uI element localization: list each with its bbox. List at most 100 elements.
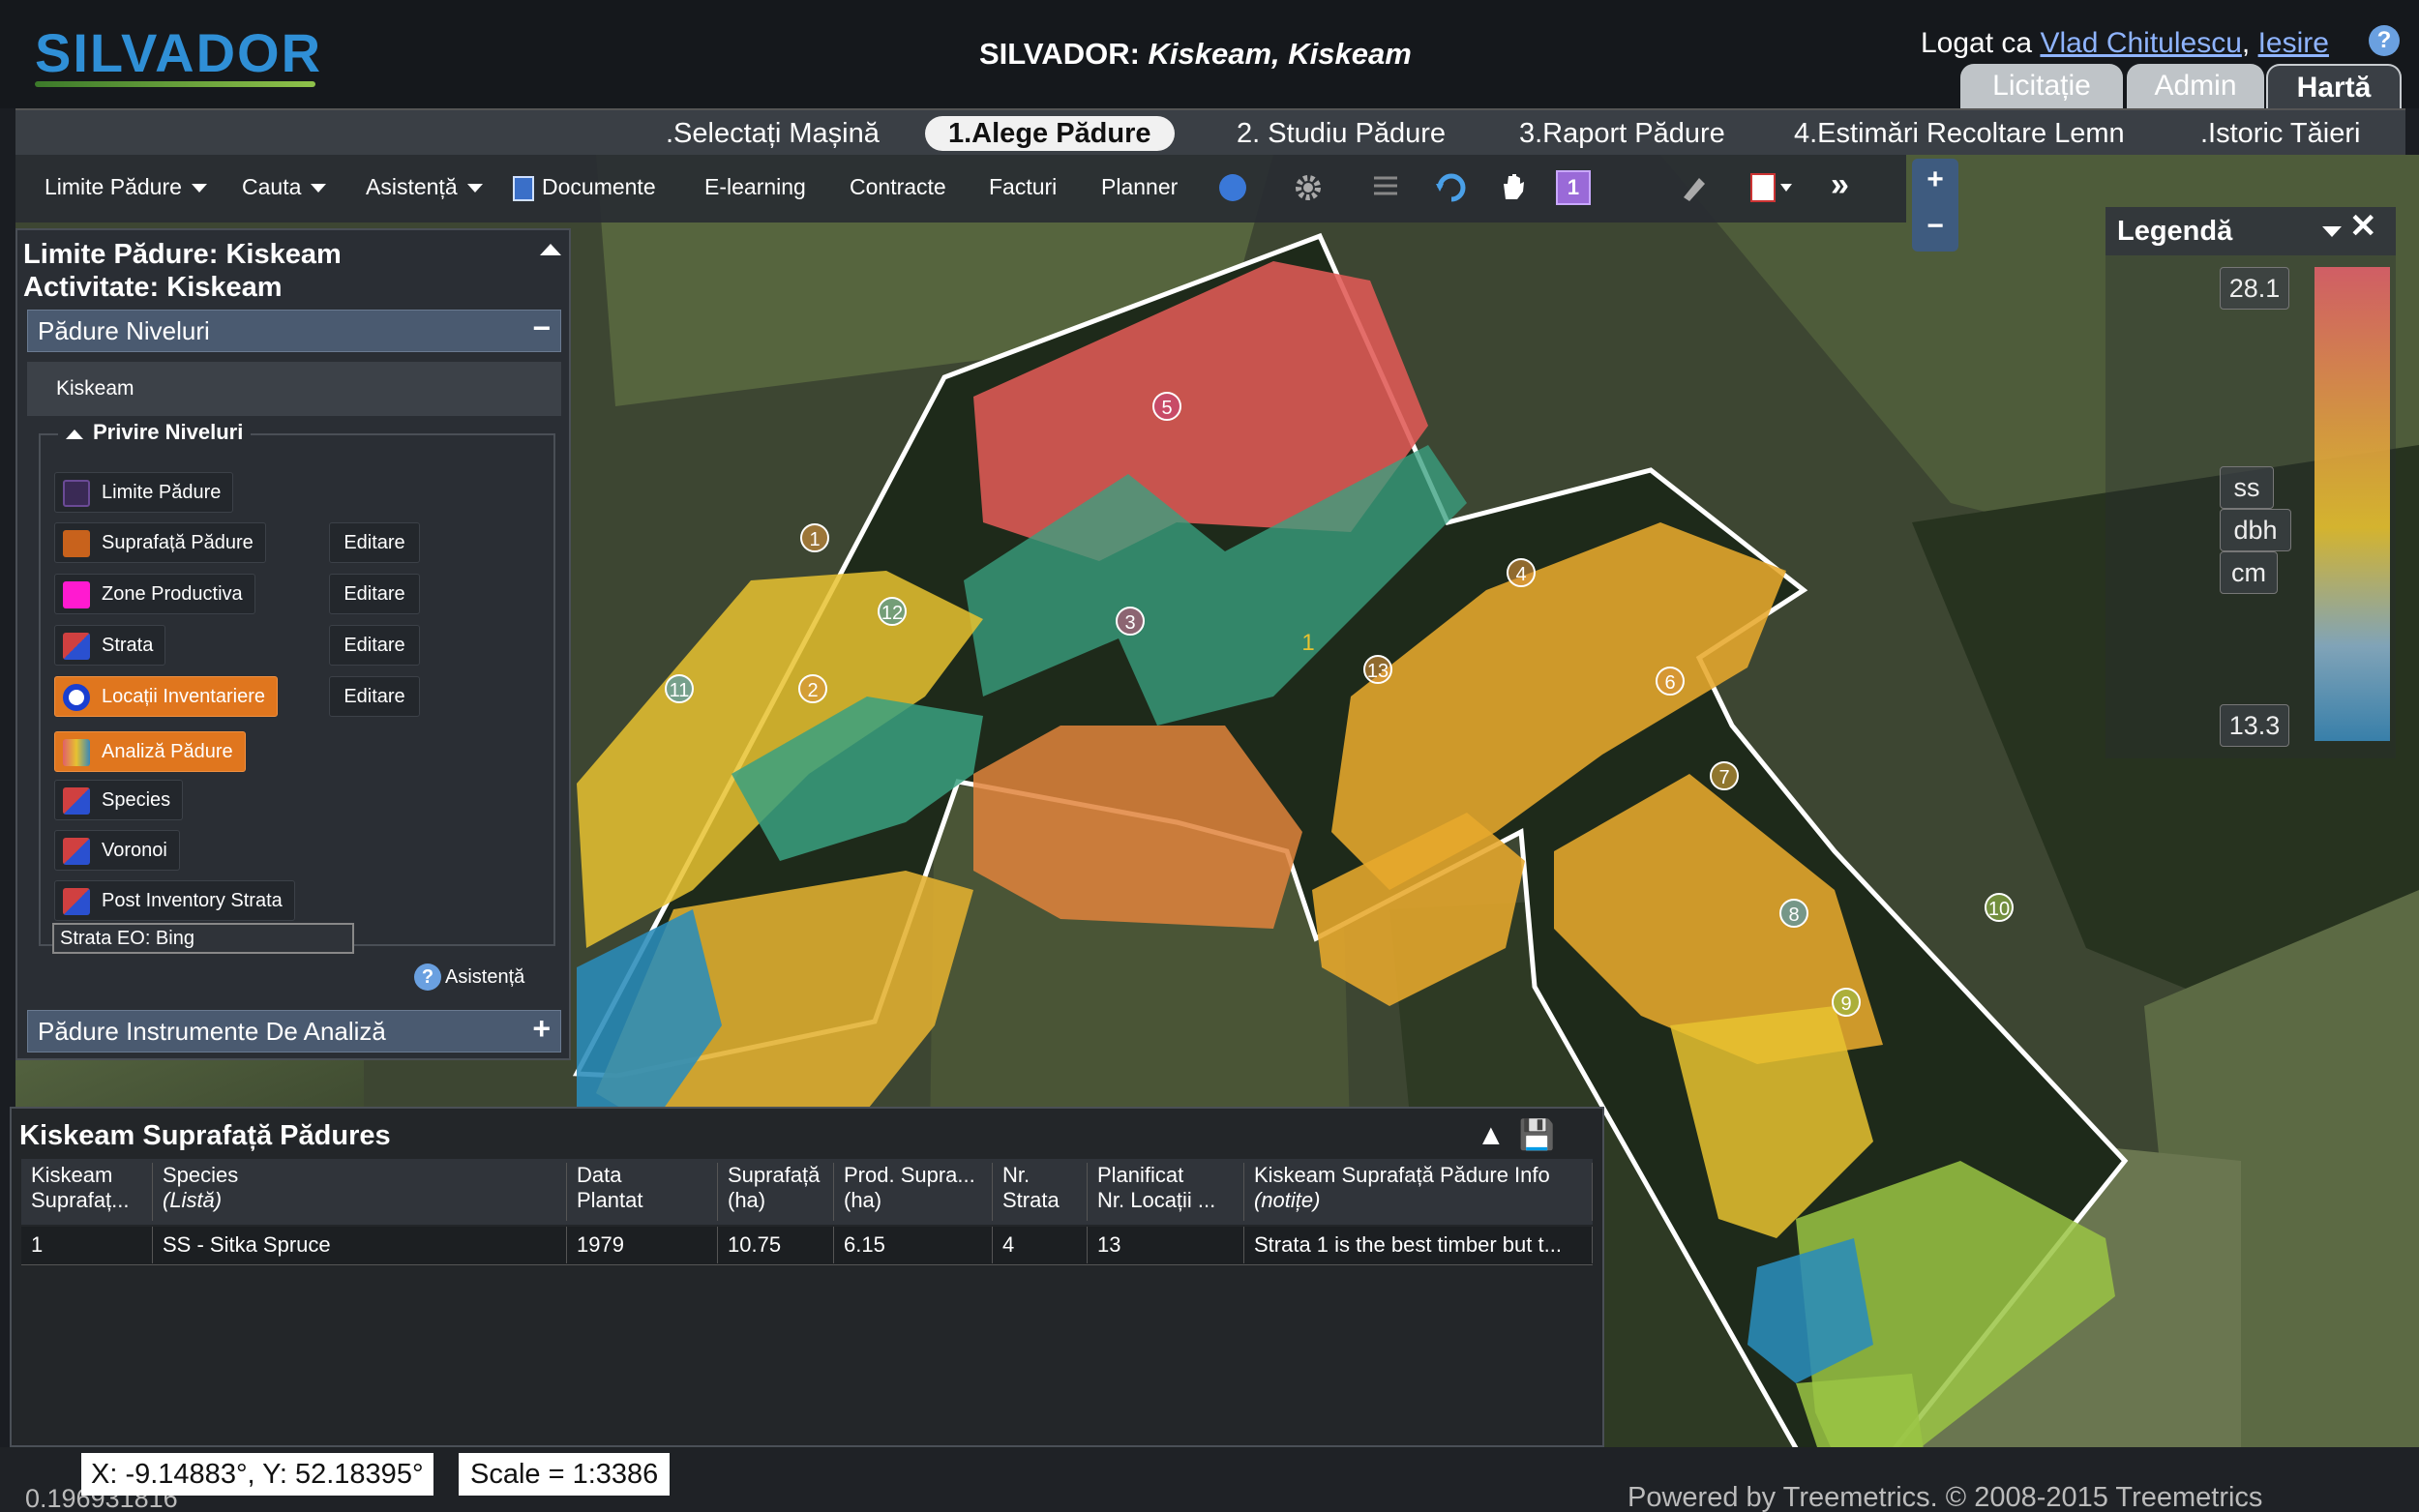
legend-tag-ss[interactable]: ss xyxy=(2220,466,2274,509)
layer-post-inventory-strata[interactable]: Post Inventory Strata xyxy=(54,880,295,921)
collapse-icon[interactable]: ▲ xyxy=(1477,1119,1506,1151)
view-levels-title[interactable]: Privire Niveluri xyxy=(58,420,252,445)
menu-search[interactable]: Cauta xyxy=(242,174,327,200)
draw-icon[interactable] xyxy=(1678,170,1713,205)
plot-label-1[interactable]: 1 xyxy=(1301,630,1314,656)
edit-strata-button[interactable]: Editare xyxy=(329,625,420,666)
table-cell[interactable]: 4 xyxy=(993,1227,1088,1263)
silvador-logo[interactable]: SILVADOR xyxy=(35,21,322,84)
table-cell[interactable]: 1979 xyxy=(567,1227,718,1263)
legend-close-icon[interactable]: ✕ xyxy=(2349,207,2377,246)
table-cell[interactable]: 1 xyxy=(21,1227,153,1263)
layer-forest-analysis[interactable]: Analiză Pădure xyxy=(54,731,246,772)
tab-admin[interactable]: Admin xyxy=(2127,64,2264,108)
table-cell[interactable]: 10.75 xyxy=(718,1227,834,1263)
edit-forest-surface-button[interactable]: Editare xyxy=(329,522,420,563)
nav-forest-study[interactable]: 2. Studiu Pădure xyxy=(1237,116,1446,151)
svg-text:4: 4 xyxy=(1515,564,1526,585)
column-header[interactable]: Kiskeam Suprafață Pădure Info (notițe) xyxy=(1244,1163,1593,1221)
layer-inventory-locations[interactable]: Locații Inventariere xyxy=(54,676,278,717)
link-elearning[interactable]: E-learning xyxy=(704,174,806,200)
stand-label-6[interactable]: 6 xyxy=(1656,667,1685,696)
column-header[interactable]: Suprafață (ha) xyxy=(718,1163,834,1221)
accordion-forest-levels[interactable]: Pădure Niveluri − xyxy=(27,310,561,352)
stand-label-11[interactable]: 11 xyxy=(665,674,694,703)
more-tools-button[interactable]: » xyxy=(1831,166,1849,204)
menu-assistance[interactable]: Asistență xyxy=(366,174,483,200)
settings-icon[interactable] xyxy=(1291,170,1326,205)
column-header[interactable]: Nr. Strata xyxy=(993,1163,1088,1221)
svg-text:5: 5 xyxy=(1161,398,1172,419)
stand-label-13[interactable]: 13 xyxy=(1363,655,1392,684)
column-header[interactable]: Planificat Nr. Locații ... xyxy=(1088,1163,1244,1221)
layer-forest-surface[interactable]: Suprafață Pădure xyxy=(54,522,266,563)
stand-label-9[interactable]: 9 xyxy=(1832,988,1861,1017)
layer-swatch-icon xyxy=(63,787,90,815)
strata-source-field[interactable]: Strata EO: Bing xyxy=(52,923,354,954)
user-link[interactable]: Vlad Chitulescu xyxy=(2040,27,2241,59)
pan-hand-icon[interactable] xyxy=(1496,170,1531,205)
edit-inventory-locations-button[interactable]: Editare xyxy=(329,676,420,717)
stand-label-3[interactable]: 3 xyxy=(1116,607,1145,636)
stand-label-8[interactable]: 8 xyxy=(1779,899,1808,928)
table-row[interactable]: 1 SS - Sitka Spruce 1979 10.75 6.15 4 13… xyxy=(21,1227,1593,1265)
column-header-line2: (ha) xyxy=(844,1188,882,1212)
table-cell[interactable]: 13 xyxy=(1088,1227,1244,1263)
column-header[interactable]: Kiskeam Suprafaț... xyxy=(21,1163,153,1221)
stand-label-4[interactable]: 4 xyxy=(1507,558,1536,587)
panel-collapse-icon[interactable] xyxy=(540,244,561,255)
forest-name-row[interactable]: Kiskeam xyxy=(27,362,561,416)
assistance-button[interactable]: ? Asistență xyxy=(414,964,524,991)
edit-productive-zones-button[interactable]: Editare xyxy=(329,574,420,614)
list-icon[interactable] xyxy=(1368,170,1403,205)
legend-dropdown-icon[interactable] xyxy=(2322,226,2342,237)
menu-forest-limits[interactable]: Limite Pădure xyxy=(45,174,207,200)
assistance-label: Asistență xyxy=(445,966,525,988)
nav-harvest-estimates[interactable]: 4.Estimări Recoltare Lemn xyxy=(1794,116,2125,151)
stand-label-7[interactable]: 7 xyxy=(1710,761,1739,790)
expand-icon[interactable]: + xyxy=(532,1011,551,1047)
svg-text:1: 1 xyxy=(809,529,820,550)
nav-select-machine[interactable]: .Selectați Mașină xyxy=(666,116,880,151)
stand-label-2[interactable]: 2 xyxy=(798,674,827,703)
table-cell[interactable]: Strata 1 is the best timber but t... xyxy=(1244,1227,1593,1263)
link-contracts[interactable]: Contracte xyxy=(850,174,946,200)
logout-link[interactable]: Iesire xyxy=(2258,27,2329,59)
collapse-icon[interactable]: − xyxy=(532,311,551,346)
layer-swatch-icon xyxy=(63,633,90,660)
refresh-icon[interactable] xyxy=(1434,170,1469,205)
layer-forest-limits[interactable]: Limite Pădure xyxy=(54,472,234,513)
link-invoices[interactable]: Facturi xyxy=(989,174,1057,200)
layer-species[interactable]: Species xyxy=(54,780,184,820)
documents-button[interactable]: Documente xyxy=(513,174,656,201)
zoom-in-button[interactable]: + xyxy=(1912,159,1958,205)
info-icon[interactable] xyxy=(1219,174,1246,201)
layer-one-icon[interactable]: 1 xyxy=(1556,170,1591,205)
save-icon[interactable]: 💾 xyxy=(1519,1119,1555,1151)
legend-tag-dbh[interactable]: dbh xyxy=(2220,509,2291,551)
nav-forest-report[interactable]: 3.Raport Pădure xyxy=(1519,116,1725,151)
stand-label-10[interactable]: 10 xyxy=(1985,893,2014,922)
svg-text:3: 3 xyxy=(1124,612,1135,634)
column-header[interactable]: Species (Listă) xyxy=(153,1163,567,1221)
layer-strata[interactable]: Strata xyxy=(54,625,166,666)
stand-label-5[interactable]: 5 xyxy=(1152,392,1181,421)
tab-licitatie[interactable]: Licitație xyxy=(1960,64,2123,108)
export-icon[interactable] xyxy=(1747,170,1792,205)
nav-felling-history[interactable]: .Istoric Tăieri xyxy=(2200,116,2360,151)
layer-voronoi[interactable]: Voronoi xyxy=(54,830,180,871)
table-cell[interactable]: 6.15 xyxy=(834,1227,993,1263)
help-icon[interactable]: ? xyxy=(2369,25,2400,56)
stand-label-12[interactable]: 12 xyxy=(878,597,907,626)
column-header[interactable]: Prod. Supra... (ha) xyxy=(834,1163,993,1221)
accordion-analysis-tools[interactable]: Pădure Instrumente De Analiză + xyxy=(27,1010,561,1052)
nav-choose-forest[interactable]: 1.Alege Pădure xyxy=(925,116,1175,151)
legend-tag-cm[interactable]: cm xyxy=(2220,551,2278,594)
tab-harta[interactable]: Hartă xyxy=(2266,64,2402,108)
link-planner[interactable]: Planner xyxy=(1101,174,1178,200)
column-header[interactable]: Data Plantat xyxy=(567,1163,718,1221)
stand-label-1[interactable]: 1 xyxy=(800,523,829,552)
layer-productive-zones[interactable]: Zone Productiva xyxy=(54,574,255,614)
table-cell[interactable]: SS - Sitka Spruce xyxy=(153,1227,567,1263)
zoom-out-button[interactable]: − xyxy=(1912,205,1958,252)
